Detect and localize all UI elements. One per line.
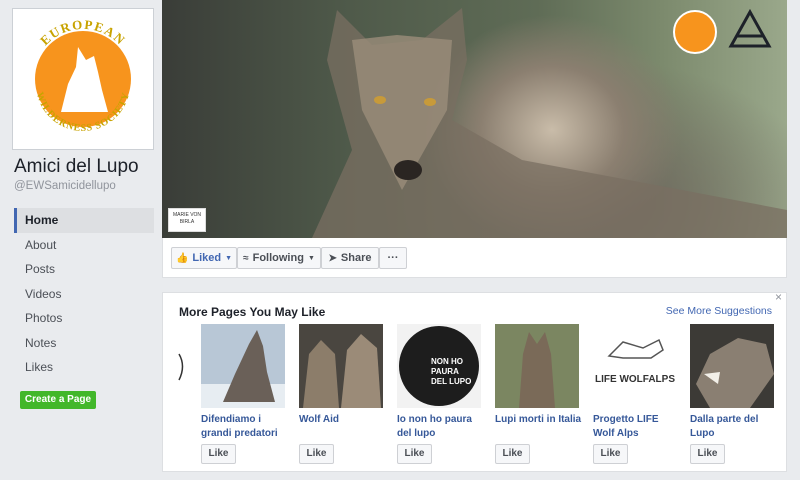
- page-thumbnail[interactable]: [299, 324, 383, 408]
- like-button[interactable]: Like: [593, 444, 628, 464]
- see-more-suggestions-link[interactable]: See More Suggestions: [666, 305, 772, 317]
- triangle-logo-icon: [728, 8, 772, 48]
- share-arrow-icon: ➤: [328, 252, 337, 264]
- page-title: Amici del Lupo: [14, 156, 139, 177]
- suggestion-card: Wolf Aid Like: [299, 324, 387, 464]
- nav-item-home[interactable]: Home: [14, 208, 154, 233]
- nav-item-likes[interactable]: Likes: [14, 355, 154, 380]
- suggestions-panel: More Pages You May Like See More Suggest…: [162, 290, 787, 472]
- like-button[interactable]: Like: [201, 444, 236, 464]
- share-label: Share: [340, 252, 372, 264]
- following-button[interactable]: ≈ Following ▼: [237, 247, 321, 269]
- more-options-button[interactable]: ···: [379, 247, 407, 269]
- ews-logo: EUROPEAN WILDERNESS SOCIETY: [16, 12, 150, 146]
- nav-item-about[interactable]: About: [14, 233, 154, 258]
- page-thumbnail[interactable]: [690, 324, 774, 408]
- close-icon[interactable]: ×: [775, 290, 782, 304]
- page-name-link[interactable]: Lupi morti in Italia: [495, 413, 583, 441]
- page-name-link[interactable]: Io non ho paura del lupo: [397, 413, 485, 441]
- liked-label: Liked: [192, 252, 222, 264]
- page-name-link[interactable]: Progetto LIFE Wolf Alps: [593, 413, 681, 441]
- page-thumbnail[interactable]: [495, 324, 579, 408]
- share-button[interactable]: ➤ Share: [321, 247, 379, 269]
- partial-card: i: [177, 324, 185, 408]
- suggestion-card: Difendiamo i grandi predatori Like: [201, 324, 289, 464]
- page-thumbnail[interactable]: LIFE WOLFALPS: [593, 324, 677, 408]
- page-name-link[interactable]: Wolf Aid: [299, 413, 387, 441]
- like-button[interactable]: Like: [299, 444, 334, 464]
- page-name-link[interactable]: Difendiamo i grandi predatori: [201, 413, 289, 441]
- nav-item-notes[interactable]: Notes: [14, 331, 154, 356]
- page-name-link[interactable]: Dalla parte del Lupo: [690, 413, 778, 441]
- ews-small-logo-icon: [673, 10, 717, 54]
- left-column: EUROPEAN WILDERNESS SOCIETY Amici del Lu…: [0, 0, 160, 480]
- page-thumbnail[interactable]: NON HO PAURA DEL LUPO: [397, 324, 481, 408]
- caret-down-icon: ▼: [225, 254, 233, 262]
- liked-button[interactable]: 👍 Liked ▼: [171, 247, 237, 269]
- suggestion-card: Lupi morti in Italia Like: [495, 324, 583, 464]
- like-button[interactable]: Like: [690, 444, 725, 464]
- like-button[interactable]: Like: [397, 444, 432, 464]
- suggestion-card: LIFE WOLFALPS Progetto LIFE Wolf Alps Li…: [593, 324, 681, 464]
- caret-down-icon: ▼: [307, 254, 315, 262]
- page-thumbnail[interactable]: [201, 324, 285, 408]
- cover-watermark: MARIE VON BIRLA: [168, 208, 206, 232]
- suggestion-card: NON HO PAURA DEL LUPO Io non ho paura de…: [397, 324, 485, 464]
- create-page-button[interactable]: Create a Page: [20, 391, 96, 409]
- suggestions-title: More Pages You May Like: [179, 305, 326, 319]
- thumbnail-text: LIFE WOLFALPS: [595, 374, 675, 385]
- ews-logo-icon: EUROPEAN WILDERNESS SOCIETY: [34, 17, 132, 134]
- cover-photo[interactable]: MARIE VON BIRLA: [162, 0, 787, 238]
- rss-icon: ≈: [243, 252, 249, 264]
- suggestion-card: Dalla parte del Lupo Like: [690, 324, 778, 464]
- thumbs-up-icon: 👍: [175, 252, 189, 264]
- like-button[interactable]: Like: [495, 444, 530, 464]
- nav-item-videos[interactable]: Videos: [14, 282, 154, 307]
- following-label: Following: [252, 252, 304, 264]
- action-bar: 👍 Liked ▼ ≈ Following ▼ ➤ Share ···: [162, 238, 787, 278]
- more-dots-icon: ···: [387, 252, 399, 264]
- page-handle[interactable]: @EWSamicidellupo: [14, 180, 116, 192]
- profile-picture[interactable]: EUROPEAN WILDERNESS SOCIETY: [12, 8, 154, 150]
- thumbnail-text: NON HO PAURA DEL LUPO: [431, 357, 472, 386]
- page-nav: Home About Posts Videos Photos Notes Lik…: [14, 208, 154, 380]
- nav-item-photos[interactable]: Photos: [14, 306, 154, 331]
- nav-item-posts[interactable]: Posts: [14, 257, 154, 282]
